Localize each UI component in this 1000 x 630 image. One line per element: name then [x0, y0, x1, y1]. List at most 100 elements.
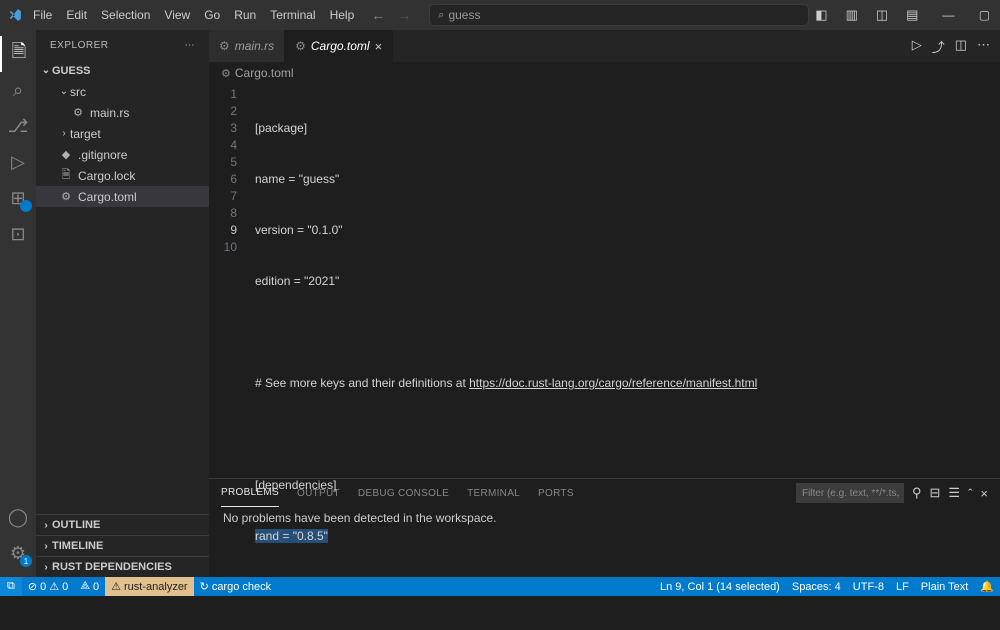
gear-icon: ⚙	[221, 67, 231, 80]
gear-icon: ⚙	[58, 190, 74, 203]
tree-file-cargolock[interactable]: 🗎 Cargo.lock	[36, 165, 209, 186]
menu-bar: File Edit Selection View Go Run Terminal…	[26, 0, 361, 30]
code-line: # See more keys and their definitions at…	[255, 375, 1000, 392]
menu-file[interactable]: File	[26, 0, 59, 30]
rust-file-icon: ⚙	[219, 39, 230, 53]
menu-go[interactable]: Go	[197, 0, 227, 30]
menu-edit[interactable]: Edit	[59, 0, 94, 30]
line-number: 1	[209, 86, 237, 103]
share-icon[interactable]: ⤴	[932, 37, 945, 56]
split-editor-icon[interactable]: ◫	[955, 37, 967, 56]
activity-extensions-icon[interactable]: ⊞	[0, 180, 36, 216]
line-number: 6	[209, 171, 237, 188]
rust-file-icon: ⚙	[70, 106, 86, 119]
line-number: 3	[209, 120, 237, 137]
file-icon: 🗎	[58, 166, 74, 185]
sync-icon: ↻	[200, 580, 209, 593]
sidebar: EXPLORER ⋯ ⌄ GUESS ⌄ src ⚙ main.rs › tar…	[36, 30, 209, 577]
menu-help[interactable]: Help	[323, 0, 362, 30]
line-gutter: 1 2 3 4 5 6 7 8 9 10	[209, 84, 255, 478]
status-ports[interactable]: ⟁0	[74, 577, 105, 596]
command-center[interactable]: ⌕ guess	[429, 4, 809, 26]
rust-label: rust-analyzer	[124, 581, 188, 593]
code-line: name = "guess"	[255, 171, 1000, 188]
sidebar-project-header[interactable]: ⌄ GUESS	[36, 60, 209, 81]
menu-terminal[interactable]: Terminal	[263, 0, 322, 30]
activity-extra-icon[interactable]: ⊡	[0, 216, 36, 252]
section-label: RUST DEPENDENCIES	[52, 561, 172, 573]
section-label: OUTLINE	[52, 519, 100, 531]
manifest-link[interactable]: https://doc.rust-lang.org/cargo/referenc…	[469, 376, 757, 390]
ports-count: 0	[93, 581, 99, 593]
activity-account-icon[interactable]: ◯	[0, 499, 36, 535]
line-number: 8	[209, 205, 237, 222]
more-actions-icon[interactable]: ⋯	[977, 37, 990, 56]
section-label: TIMELINE	[52, 540, 103, 552]
code-line	[255, 579, 1000, 596]
window-maximize-button[interactable]: ▢	[966, 0, 1000, 30]
nav-forward-icon[interactable]: →	[397, 7, 411, 23]
ports-icon: ⟁	[80, 580, 90, 593]
status-problems[interactable]: ⊘0 ⚠0	[22, 577, 74, 596]
vscode-logo-icon	[8, 5, 22, 25]
nav-arrows: ← →	[371, 7, 411, 23]
section-rust-deps[interactable]: › RUST DEPENDENCIES	[36, 556, 209, 577]
section-outline[interactable]: › OUTLINE	[36, 514, 209, 535]
sidebar-header: EXPLORER ⋯	[36, 30, 209, 60]
status-rust-analyzer[interactable]: ⚠rust-analyzer	[105, 577, 193, 596]
tree-file-main[interactable]: ⚙ main.rs	[36, 102, 209, 123]
sidebar-title: EXPLORER	[50, 40, 108, 51]
remote-icon: ⧉	[7, 580, 15, 593]
line-number: 9	[209, 222, 237, 239]
section-timeline[interactable]: › TIMELINE	[36, 535, 209, 556]
menu-view[interactable]: View	[157, 0, 197, 30]
tree-file-gitignore[interactable]: ◆ .gitignore	[36, 144, 209, 165]
badge-icon	[20, 200, 32, 212]
layout-sidebar-icon[interactable]: ◫	[870, 3, 894, 27]
file-label: Cargo.lock	[78, 169, 135, 183]
layout-primary-icon[interactable]: ◧	[809, 3, 833, 27]
sidebar-more-icon[interactable]: ⋯	[185, 40, 196, 51]
layout-panel-icon[interactable]: ▥	[840, 3, 864, 27]
code-line: version = "0.1.0"	[255, 222, 1000, 239]
code-line: rand = "0.8.5"	[255, 528, 1000, 545]
menu-run[interactable]: Run	[227, 0, 263, 30]
tree-file-cargotoml[interactable]: ⚙ Cargo.toml	[36, 186, 209, 207]
tab-label: main.rs	[235, 39, 274, 53]
tree-folder-src[interactable]: ⌄ src	[36, 81, 209, 102]
run-icon[interactable]: ▷	[912, 37, 922, 56]
file-label: Cargo.toml	[78, 190, 137, 204]
warning-count: 0	[62, 581, 68, 593]
file-label: .gitignore	[78, 148, 127, 162]
code-content[interactable]: [package] name = "guess" version = "0.1.…	[255, 84, 1000, 478]
code-editor[interactable]: 1 2 3 4 5 6 7 8 9 10 [package] name = "g…	[209, 84, 1000, 478]
window-minimize-button[interactable]: —	[930, 0, 966, 30]
chevron-right-icon: ›	[58, 128, 70, 139]
minimap[interactable]	[928, 84, 998, 478]
layout-customize-icon[interactable]: ▤	[900, 3, 924, 27]
project-name: GUESS	[52, 65, 91, 77]
activity-scm-icon[interactable]: ⎇	[0, 108, 36, 144]
activity-settings-icon[interactable]: ⚙1	[0, 535, 36, 571]
code-line	[255, 324, 1000, 341]
chevron-right-icon: ›	[40, 520, 52, 531]
code-line: [package]	[255, 120, 1000, 137]
nav-back-icon[interactable]: ←	[371, 7, 385, 23]
activity-search-icon[interactable]: ⌕	[0, 72, 36, 108]
status-remote-button[interactable]: ⧉	[0, 577, 22, 596]
tab-main-rs[interactable]: ⚙ main.rs	[209, 30, 285, 62]
line-number: 2	[209, 103, 237, 120]
breadcrumb[interactable]: ⚙ Cargo.toml	[209, 62, 1000, 84]
chevron-right-icon: ›	[40, 562, 52, 573]
tab-close-icon[interactable]: ×	[375, 39, 383, 54]
breadcrumb-file: Cargo.toml	[235, 66, 294, 80]
menu-selection[interactable]: Selection	[94, 0, 157, 30]
tree-folder-target[interactable]: › target	[36, 123, 209, 144]
tab-cargo-toml[interactable]: ⚙ Cargo.toml ×	[285, 30, 393, 62]
search-text: guess	[448, 8, 480, 22]
activity-debug-icon[interactable]: ▷	[0, 144, 36, 180]
code-line	[255, 426, 1000, 443]
badge-icon: 1	[20, 555, 32, 567]
activity-explorer-icon[interactable]: 🗎	[0, 36, 36, 72]
chevron-down-icon: ⌄	[58, 86, 70, 97]
